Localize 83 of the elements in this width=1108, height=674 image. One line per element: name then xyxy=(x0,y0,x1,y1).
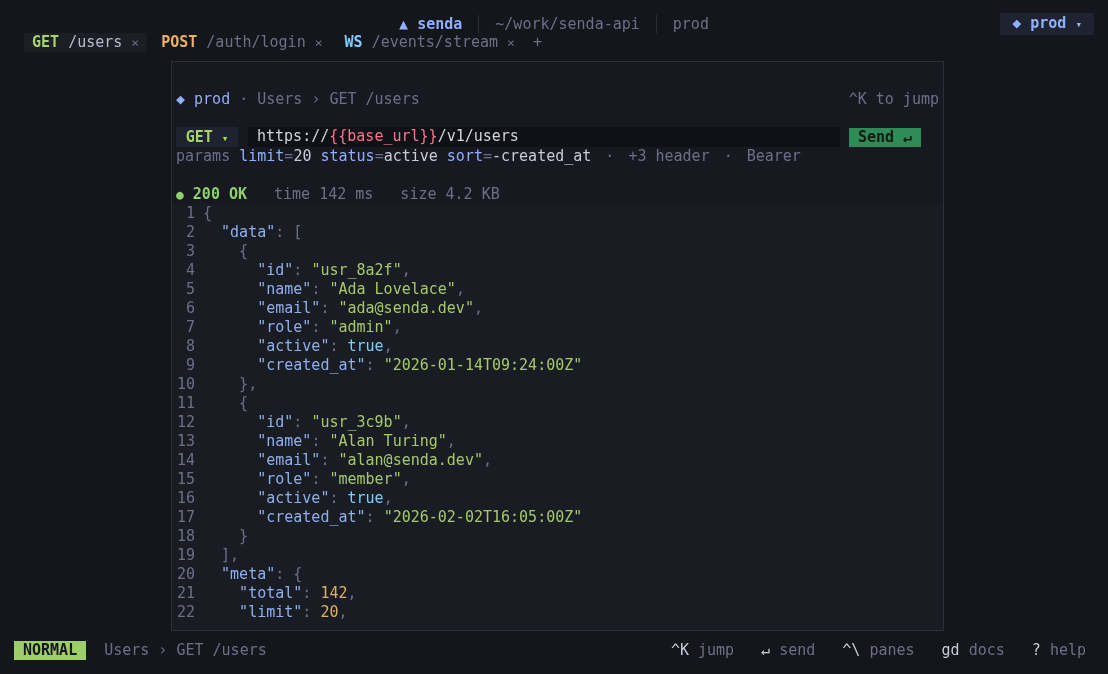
code-line: "email": "ada@senda.dev", xyxy=(256,299,483,318)
code-line: "role": "member", xyxy=(256,470,411,489)
request-info: · xyxy=(723,147,733,166)
project-path: ~/work/senda-api xyxy=(495,14,640,34)
code-line: "role": "admin", xyxy=(256,318,402,337)
query-param[interactable]: limit=20 xyxy=(239,147,312,166)
response-size: size 4.2 KB xyxy=(400,185,500,204)
code-line: "data": [ xyxy=(220,223,303,242)
line-number: 6 xyxy=(184,299,195,318)
code-line: "name": "Ada Lovelace", xyxy=(256,280,465,299)
line-number: 21 xyxy=(176,584,195,603)
query-param[interactable]: status=active xyxy=(320,147,438,166)
shortcut-hint: ↵ send xyxy=(761,640,816,660)
code-line: }, xyxy=(238,375,258,394)
line-number: 8 xyxy=(184,337,195,356)
line-number: 19 xyxy=(176,546,195,565)
code-line: "meta": { xyxy=(220,565,303,584)
breadcrumb-item: › xyxy=(311,90,321,109)
location-breadcrumb: Users › GET /users xyxy=(104,640,267,660)
code-line: "active": true, xyxy=(256,337,393,356)
response-time: time 142 ms xyxy=(274,185,374,204)
line-number: 9 xyxy=(184,356,195,375)
request-tab[interactable]: WS /events/stream × xyxy=(336,33,523,52)
close-icon[interactable]: × xyxy=(131,35,140,50)
code-line: "limit": 20, xyxy=(238,603,348,622)
request-tab[interactable]: POST /auth/login × xyxy=(153,33,331,52)
code-line: "total": 142, xyxy=(238,584,357,603)
send-button[interactable]: Send ↵ xyxy=(849,127,921,147)
code-line: { xyxy=(238,394,249,413)
line-number: 13 xyxy=(176,432,195,451)
request-tab[interactable]: GET /users × xyxy=(24,33,148,52)
environment-label: prod xyxy=(672,14,709,34)
code-line: { xyxy=(238,242,249,261)
shortcut-hint: ^\ panes xyxy=(842,640,915,660)
line-number: 5 xyxy=(184,280,195,299)
line-number: 14 xyxy=(176,451,195,470)
code-line: "id": "usr_3c9b", xyxy=(256,413,411,432)
code-line: } xyxy=(238,527,249,546)
line-number: 3 xyxy=(184,242,195,261)
code-line: "created_at": "2026-02-02T16:05:00Z" xyxy=(256,508,583,527)
line-number: 20 xyxy=(176,565,195,584)
breadcrumb-item[interactable]: Users xyxy=(257,90,303,109)
line-number: 11 xyxy=(176,394,195,413)
status-dot: ● xyxy=(176,186,184,204)
query-param[interactable]: sort=-created_at xyxy=(446,147,592,166)
code-line: "name": "Alan Turing", xyxy=(256,432,456,451)
code-line: "active": true, xyxy=(256,489,393,508)
line-number: 18 xyxy=(176,527,195,546)
line-number: 7 xyxy=(184,318,195,337)
request-info: +3 header xyxy=(628,147,710,166)
code-line: "email": "alan@senda.dev", xyxy=(256,451,492,470)
code-line: "created_at": "2026-01-14T09:24:00Z" xyxy=(256,356,583,375)
line-number: 12 xyxy=(176,413,195,432)
breadcrumb-item: · xyxy=(239,90,249,109)
line-number: 4 xyxy=(184,261,195,280)
code-line: "id": "usr_8a2f", xyxy=(256,261,411,280)
breadcrumb-item[interactable]: GET /users xyxy=(329,90,420,109)
breadcrumb-item[interactable]: ◆ prod xyxy=(176,90,231,109)
request-info: · xyxy=(605,147,615,166)
environment-switcher[interactable]: ◆ prod ▾ xyxy=(1000,13,1094,35)
status-code: 200 OK xyxy=(192,185,247,204)
code-line: { xyxy=(203,204,213,223)
line-number: 17 xyxy=(176,508,195,527)
new-tab-button[interactable]: + xyxy=(532,33,542,52)
line-number: 15 xyxy=(176,470,195,489)
mode-indicator: NORMAL xyxy=(14,640,87,660)
params-label: params xyxy=(176,147,231,166)
code-line: ], xyxy=(220,546,240,565)
shortcut-hint: ^K jump xyxy=(670,640,735,660)
url-field[interactable]: https://{{base_url}}/v1/users xyxy=(248,127,840,147)
line-number: 16 xyxy=(176,489,195,508)
shortcut-hint: ? help xyxy=(1031,640,1086,660)
method-dropdown[interactable]: GET ▾ xyxy=(176,127,238,147)
close-icon[interactable]: × xyxy=(507,35,515,50)
app-name: ▲ senda xyxy=(399,14,463,34)
close-icon[interactable]: × xyxy=(314,35,323,50)
shortcut-hint: gd docs xyxy=(941,640,1005,660)
line-number: 10 xyxy=(176,375,195,394)
request-info: Bearer xyxy=(746,147,801,166)
line-number: 2 xyxy=(184,223,195,242)
line-number: 22 xyxy=(176,603,195,622)
line-number: 1 xyxy=(184,204,195,223)
jump-hint: ^K to jump xyxy=(848,90,939,109)
